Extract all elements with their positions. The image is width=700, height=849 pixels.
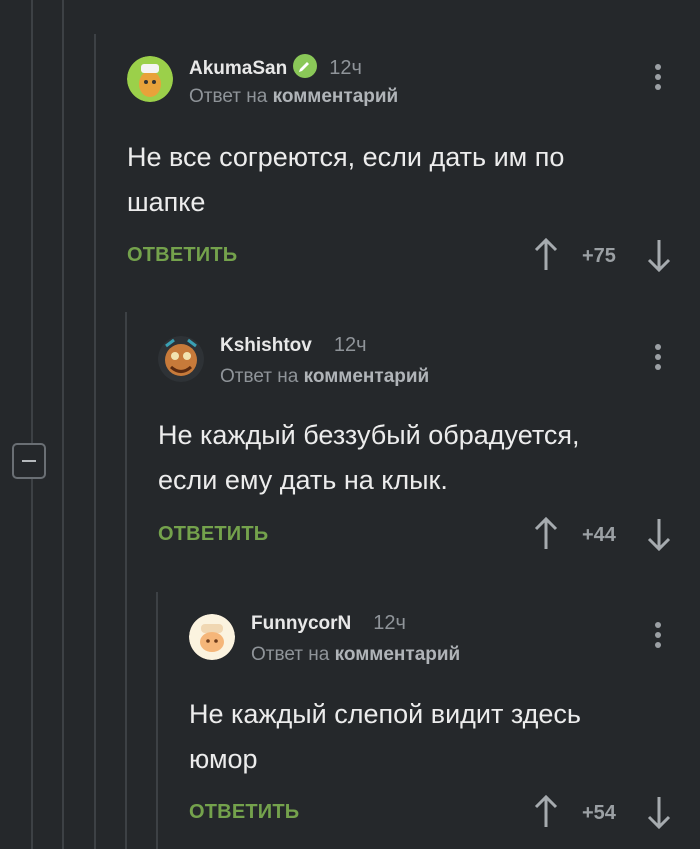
- more-icon[interactable]: [655, 622, 661, 652]
- reply-button[interactable]: ОТВЕТИТЬ: [127, 244, 237, 267]
- reply-to-link[interactable]: комментарий: [304, 366, 430, 387]
- thread-line: [125, 312, 127, 849]
- reply-prefix: Ответ на: [189, 86, 268, 107]
- reply-to: Ответ на комментарий: [251, 644, 460, 666]
- thread-line: [62, 0, 64, 849]
- reply-to: Ответ на комментарий: [220, 366, 429, 388]
- comment-text: Не все согреются, если дать им по шапке: [127, 135, 564, 225]
- comment-text-line: Не каждый беззубый обрадуется,: [158, 420, 580, 450]
- reply-to-link[interactable]: комментарий: [335, 644, 461, 665]
- comment-text-line: шапке: [127, 187, 206, 217]
- author-name[interactable]: FunnycorN 12ч: [251, 612, 406, 635]
- comment-time: 12ч: [329, 57, 362, 79]
- upvote-icon[interactable]: [534, 517, 558, 551]
- upvote-icon[interactable]: [534, 238, 558, 272]
- thread-line: [31, 479, 33, 849]
- author-label[interactable]: AkumaSan: [189, 58, 287, 79]
- author-name[interactable]: AkumaSan 12ч: [189, 54, 362, 80]
- thread-line: [31, 0, 33, 443]
- comment-text-line: Не каждый слепой видит здесь: [189, 699, 581, 729]
- rating: +75: [582, 245, 616, 267]
- comment: AkumaSan 12ч Ответ на комментарий Не все …: [127, 54, 700, 286]
- more-icon[interactable]: [655, 64, 661, 94]
- reply-prefix: Ответ на: [251, 644, 330, 665]
- comment-text-line: Не все согреются, если дать им по: [127, 142, 565, 172]
- comment-text: Не каждый беззубый обрадуется, если ему …: [158, 413, 580, 503]
- reply-button[interactable]: ОТВЕТИТЬ: [189, 801, 299, 824]
- comment-text-line: юмор: [189, 744, 258, 774]
- comment-time: 12ч: [373, 612, 406, 634]
- downvote-icon[interactable]: [647, 238, 671, 272]
- downvote-icon[interactable]: [647, 795, 671, 829]
- reply-to-link[interactable]: комментарий: [273, 86, 399, 107]
- author-label[interactable]: FunnycorN: [251, 613, 351, 634]
- comment: Kshishtov 12ч Ответ на комментарий Не каж…: [158, 334, 700, 566]
- thread-line: [94, 34, 96, 849]
- avatar[interactable]: [127, 56, 173, 102]
- upvote-icon[interactable]: [534, 795, 558, 829]
- avatar[interactable]: [158, 336, 204, 382]
- reply-to: Ответ на комментарий: [189, 86, 398, 108]
- reply-button[interactable]: ОТВЕТИТЬ: [158, 523, 268, 546]
- rating: +54: [582, 802, 616, 824]
- rating: +44: [582, 524, 616, 546]
- avatar[interactable]: [189, 614, 235, 660]
- more-icon[interactable]: [655, 344, 661, 374]
- author-name[interactable]: Kshishtov 12ч: [220, 334, 367, 357]
- reply-prefix: Ответ на: [220, 366, 299, 387]
- downvote-icon[interactable]: [647, 517, 671, 551]
- comment-text-line: если ему дать на клык.: [158, 465, 448, 495]
- comment-time: 12ч: [333, 334, 367, 356]
- comment: FunnycorN 12ч Ответ на комментарий Не каж…: [189, 612, 700, 849]
- verified-icon: [293, 54, 318, 78]
- collapse-thread-button[interactable]: [12, 443, 46, 479]
- author-label[interactable]: Kshishtov: [220, 335, 312, 356]
- comment-text: Не каждый слепой видит здесь юмор: [189, 692, 581, 782]
- thread-line: [156, 592, 158, 849]
